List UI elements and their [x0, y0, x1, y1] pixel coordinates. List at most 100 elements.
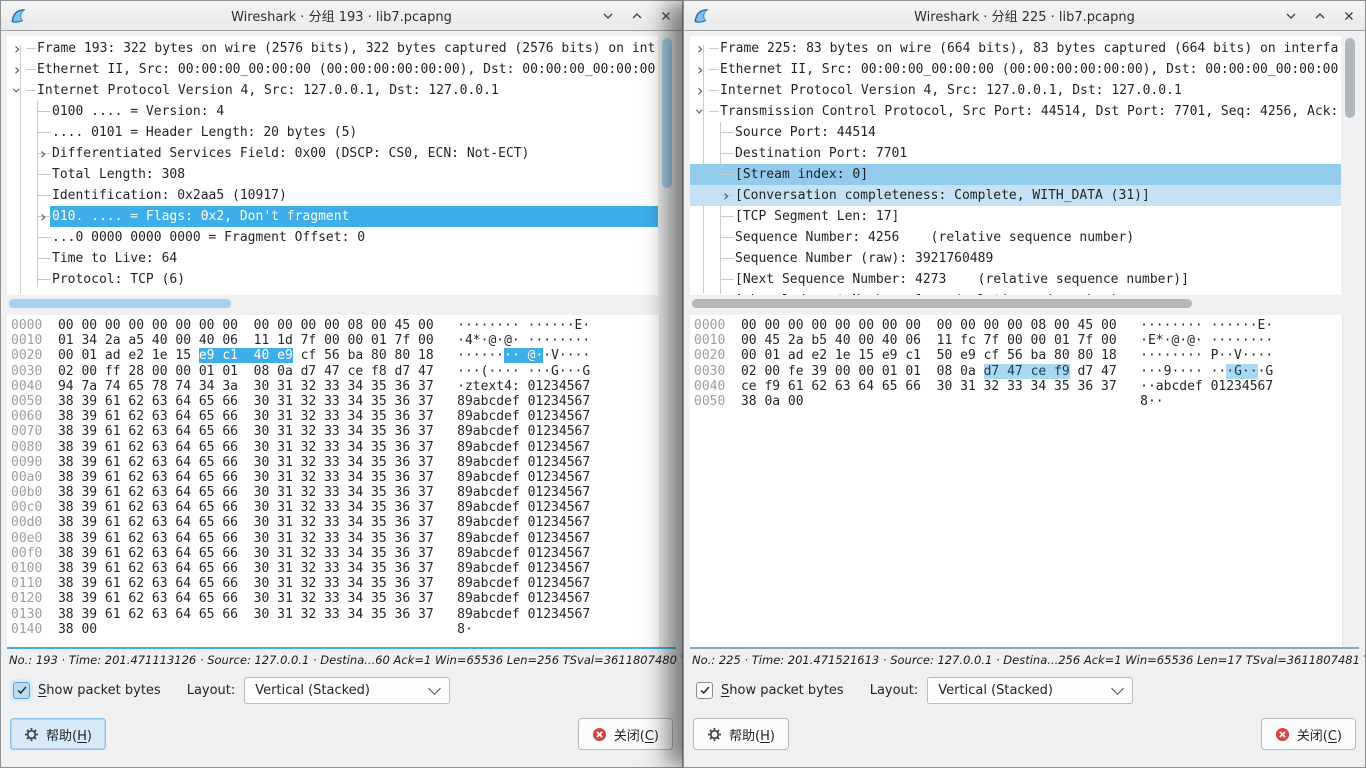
- ascii-text: 8··: [1140, 394, 1163, 409]
- show-packet-bytes-checkbox[interactable]: [13, 682, 30, 699]
- tree-row[interactable]: Protocol: TCP (6): [7, 269, 658, 290]
- scrollbar-thumb[interactable]: [662, 38, 672, 188]
- hex-scrollbar-gutter[interactable]: [659, 315, 676, 647]
- tree-row[interactable]: ›Differentiated Services Field: 0x00 (DS…: [7, 143, 658, 164]
- hex-row[interactable]: 0120 38 39 61 62 63 64 65 66 30 31 32 33…: [11, 591, 659, 606]
- tree-row[interactable]: ›Frame 193: 322 bytes on wire (2576 bits…: [7, 38, 658, 59]
- hex-row[interactable]: 00a0 38 39 61 62 63 64 65 66 30 31 32 33…: [11, 470, 659, 485]
- tree-row[interactable]: 0100 .... = Version: 4: [7, 101, 658, 122]
- tree-row[interactable]: Source Port: 44514: [690, 122, 1341, 143]
- tree-row[interactable]: Time to Live: 64: [7, 248, 658, 269]
- tree-row[interactable]: Destination Port: 7701: [690, 143, 1341, 164]
- tree-row[interactable]: .... 0101 = Header Length: 20 bytes (5): [7, 122, 658, 143]
- shade-icon[interactable]: [600, 8, 616, 24]
- hex-row[interactable]: 0070 38 39 61 62 63 64 65 66 30 31 32 33…: [11, 424, 659, 439]
- hex-row[interactable]: 00d0 38 39 61 62 63 64 65 66 30 31 32 33…: [11, 515, 659, 530]
- hex-row[interactable]: 0140 38 00 8·: [11, 622, 659, 637]
- collapse-icon[interactable]: ›: [690, 108, 711, 114]
- tree-row[interactable]: ›Transmission Control Protocol, Src Port…: [690, 101, 1341, 122]
- tree-row[interactable]: ›010. .... = Flags: 0x2, Don't fragment: [7, 206, 658, 227]
- collapse-icon[interactable]: ›: [7, 87, 28, 93]
- tree-row[interactable]: Acknowledgment Number: 1 (relative ack n…: [690, 290, 1341, 295]
- tree-row[interactable]: Sequence Number: 4256 (relative sequence…: [690, 227, 1341, 248]
- packet-bytes-pane[interactable]: 0000 00 00 00 00 00 00 00 00 00 00 00 00…: [7, 315, 659, 647]
- tree-row[interactable]: ›Ethernet II, Src: 00:00:00_00:00:00 (00…: [7, 59, 658, 80]
- hex-offset: 0030: [694, 364, 725, 379]
- tree-row[interactable]: ›Internet Protocol Version 4, Src: 127.0…: [690, 80, 1341, 101]
- hex-row[interactable]: 0010 00 45 2a b5 40 00 40 06 11 fc 7f 00…: [694, 333, 1342, 348]
- packet-detail-tree[interactable]: ›Frame 193: 322 bytes on wire (2576 bits…: [7, 36, 658, 295]
- expand-icon[interactable]: ›: [697, 59, 703, 80]
- close-button[interactable]: 关闭(C): [578, 718, 673, 750]
- tree-row[interactable]: ›Frame 225: 83 bytes on wire (664 bits),…: [690, 38, 1341, 59]
- close-button[interactable]: 关闭(C): [1261, 718, 1356, 750]
- hex-row[interactable]: 0080 38 39 61 62 63 64 65 66 30 31 32 33…: [11, 440, 659, 455]
- hex-row[interactable]: 0050 38 39 61 62 63 64 65 66 30 31 32 33…: [11, 394, 659, 409]
- tree-vertical-scrollbar[interactable]: [658, 36, 676, 295]
- show-packet-bytes-checkbox[interactable]: [696, 682, 713, 699]
- tree-row[interactable]: [Stream index: 0]: [690, 164, 1341, 185]
- hex-row[interactable]: 0010 01 34 2a a5 40 00 40 06 11 1d 7f 00…: [11, 333, 659, 348]
- expand-icon[interactable]: ›: [40, 206, 46, 227]
- hex-bytes: 38 39 61 62 63 64 65 66 30 31 32 33 34 3…: [58, 485, 434, 500]
- hex-row[interactable]: 0030 02 00 ff 28 00 00 01 01 08 0a d7 47…: [11, 364, 659, 379]
- hex-row[interactable]: 0090 38 39 61 62 63 64 65 66 30 31 32 33…: [11, 455, 659, 470]
- hex-row[interactable]: 0020 00 01 ad e2 1e 15 e9 c1 50 e9 cf 56…: [694, 348, 1342, 363]
- tree-row[interactable]: ...0 0000 0000 0000 = Fragment Offset: 0: [7, 227, 658, 248]
- close-icon[interactable]: [658, 8, 674, 24]
- layout-select[interactable]: Vertical (Stacked): [244, 677, 450, 704]
- help-button[interactable]: 帮助(H): [10, 718, 106, 750]
- expand-icon[interactable]: ›: [40, 143, 46, 164]
- tree-row[interactable]: ›Internet Protocol Version 4, Src: 127.0…: [7, 80, 658, 101]
- hex-row[interactable]: 0040 94 7a 74 65 78 74 34 3a 30 31 32 33…: [11, 379, 659, 394]
- expand-icon[interactable]: ›: [723, 185, 729, 206]
- tree-row[interactable]: Total Length: 308: [7, 164, 658, 185]
- hex-row[interactable]: 00c0 38 39 61 62 63 64 65 66 30 31 32 33…: [11, 500, 659, 515]
- tree-row[interactable]: ›[Conversation completeness: Complete, W…: [690, 185, 1341, 206]
- hex-row[interactable]: 0030 02 00 fe 39 00 00 01 01 08 0a d7 47…: [694, 364, 1342, 379]
- scrollbar-thumb[interactable]: [692, 299, 1192, 308]
- hex-row[interactable]: 0060 38 39 61 62 63 64 65 66 30 31 32 33…: [11, 409, 659, 424]
- packet-bytes-pane[interactable]: 0000 00 00 00 00 00 00 00 00 00 00 00 00…: [690, 315, 1342, 647]
- hex-row[interactable]: 0000 00 00 00 00 00 00 00 00 00 00 00 00…: [11, 318, 659, 333]
- hex-row[interactable]: 0000 00 00 00 00 00 00 00 00 00 00 00 00…: [694, 318, 1342, 333]
- tree-row[interactable]: Identification: 0x2aa5 (10917): [7, 185, 658, 206]
- layout-label: Layout:: [187, 683, 236, 698]
- hex-row[interactable]: 0130 38 39 61 62 63 64 65 66 30 31 32 33…: [11, 607, 659, 622]
- titlebar[interactable]: Wireshark · 分组 225 · lib7.pcapng: [684, 1, 1365, 31]
- help-button[interactable]: 帮助(H): [693, 718, 789, 750]
- tree-vertical-scrollbar[interactable]: [1341, 36, 1359, 295]
- close-icon[interactable]: [1341, 8, 1357, 24]
- hex-row[interactable]: 0040 ce f9 61 62 63 64 65 66 30 31 32 33…: [694, 379, 1342, 394]
- titlebar[interactable]: Wireshark · 分组 193 · lib7.pcapng: [1, 1, 682, 31]
- tree-row[interactable]: [TCP Segment Len: 17]: [690, 206, 1341, 227]
- tree-guide-dash: [721, 153, 734, 154]
- tree-row[interactable]: ›Ethernet II, Src: 00:00:00_00:00:00 (00…: [690, 59, 1341, 80]
- tree-row[interactable]: Sequence Number (raw): 3921760489: [690, 248, 1341, 269]
- hex-row[interactable]: 00f0 38 39 61 62 63 64 65 66 30 31 32 33…: [11, 546, 659, 561]
- shade-icon[interactable]: [1283, 8, 1299, 24]
- expand-icon[interactable]: ›: [697, 38, 703, 59]
- layout-select[interactable]: Vertical (Stacked): [927, 677, 1133, 704]
- expand-icon[interactable]: ›: [14, 38, 20, 59]
- scrollbar-thumb[interactable]: [1345, 38, 1355, 118]
- packet-detail-tree[interactable]: ›Frame 225: 83 bytes on wire (664 bits),…: [690, 36, 1341, 295]
- expand-icon[interactable]: ›: [14, 59, 20, 80]
- tree-row[interactable]: [Next Sequence Number: 4273 (relative se…: [690, 269, 1341, 290]
- hex-scrollbar-gutter[interactable]: [1342, 315, 1359, 647]
- chevron-down-icon: [428, 682, 441, 695]
- hex-offset: 0040: [694, 379, 725, 394]
- tree-horizontal-scrollbar[interactable]: [690, 297, 1359, 310]
- expand-icon[interactable]: ›: [697, 80, 703, 101]
- maximize-icon[interactable]: [629, 8, 645, 24]
- hex-row[interactable]: 0110 38 39 61 62 63 64 65 66 30 31 32 33…: [11, 576, 659, 591]
- scrollbar-thumb[interactable]: [9, 299, 231, 308]
- maximize-icon[interactable]: [1312, 8, 1328, 24]
- hex-row[interactable]: 00b0 38 39 61 62 63 64 65 66 30 31 32 33…: [11, 485, 659, 500]
- hex-offset: 00e0: [11, 531, 42, 546]
- hex-row[interactable]: 0050 38 0a 00 8··: [694, 394, 1342, 409]
- hex-row[interactable]: 0020 00 01 ad e2 1e 15 e9 c1 40 e9 cf 56…: [11, 348, 659, 363]
- hex-row[interactable]: 00e0 38 39 61 62 63 64 65 66 30 31 32 33…: [11, 531, 659, 546]
- tree-horizontal-scrollbar[interactable]: [7, 297, 676, 310]
- hex-row[interactable]: 0100 38 39 61 62 63 64 65 66 30 31 32 33…: [11, 561, 659, 576]
